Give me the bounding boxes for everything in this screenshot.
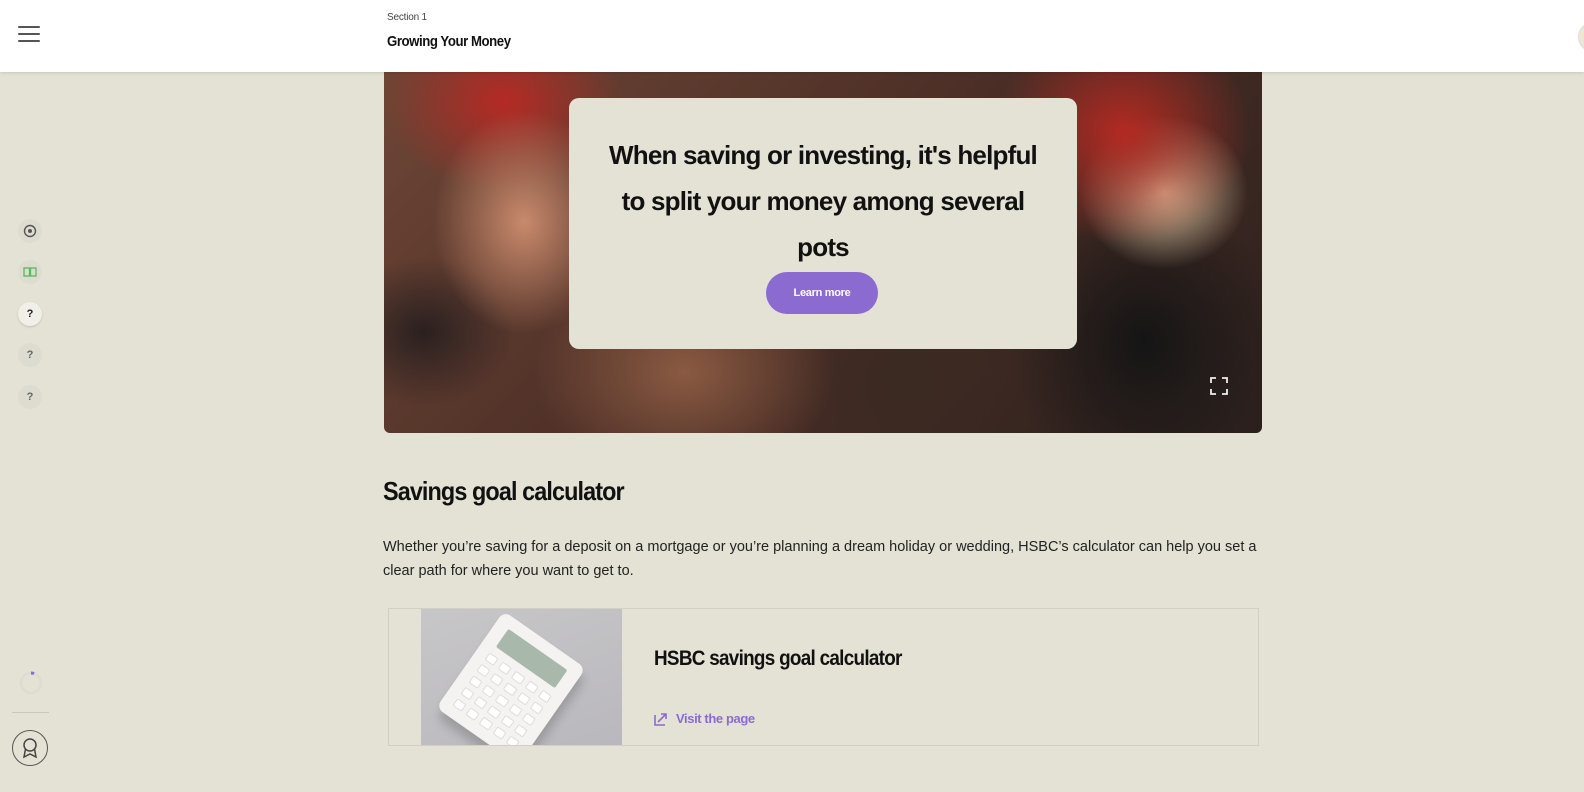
- top-bar: Section 1 Growing Your Money: [0, 0, 1584, 72]
- visit-page-link[interactable]: Visit the page: [654, 711, 755, 726]
- rail-item-target[interactable]: [18, 219, 42, 243]
- rail-item-question-1[interactable]: ?: [18, 302, 42, 326]
- section-heading: Savings goal calculator: [383, 476, 625, 506]
- progress-ring: [19, 671, 43, 695]
- target-icon: [23, 224, 37, 238]
- external-link-icon: [654, 712, 667, 726]
- card-title: HSBC savings goal calculator: [654, 647, 902, 670]
- menu-icon[interactable]: [18, 26, 40, 44]
- page-title: Growing Your Money: [387, 33, 511, 50]
- award-icon: [22, 738, 38, 759]
- book-icon: [23, 267, 37, 277]
- rail-item-question-3[interactable]: ?: [18, 385, 42, 409]
- hero-quote: When saving or investing, it's helpful t…: [609, 140, 1038, 262]
- rail-item-book[interactable]: [18, 260, 42, 284]
- body-paragraph: Whether you’re saving for a deposit on a…: [383, 539, 1257, 579]
- section-label: Section 1: [387, 12, 427, 23]
- award-button[interactable]: [12, 730, 48, 766]
- link-card[interactable]: HSBC savings goal calculator Visit the p…: [388, 608, 1259, 746]
- calculator-image: [421, 609, 622, 745]
- expand-icon[interactable]: [1210, 377, 1228, 395]
- learn-more-button[interactable]: Learn more: [766, 272, 878, 314]
- visit-page-label: Visit the page: [676, 711, 755, 726]
- hero-card: When saving or investing, it's helpful t…: [569, 98, 1077, 349]
- avatar[interactable]: [1578, 22, 1584, 52]
- hero-image: When saving or investing, it's helpful t…: [384, 72, 1262, 433]
- rail-item-question-2[interactable]: ?: [18, 343, 42, 367]
- rail-divider: [12, 712, 49, 713]
